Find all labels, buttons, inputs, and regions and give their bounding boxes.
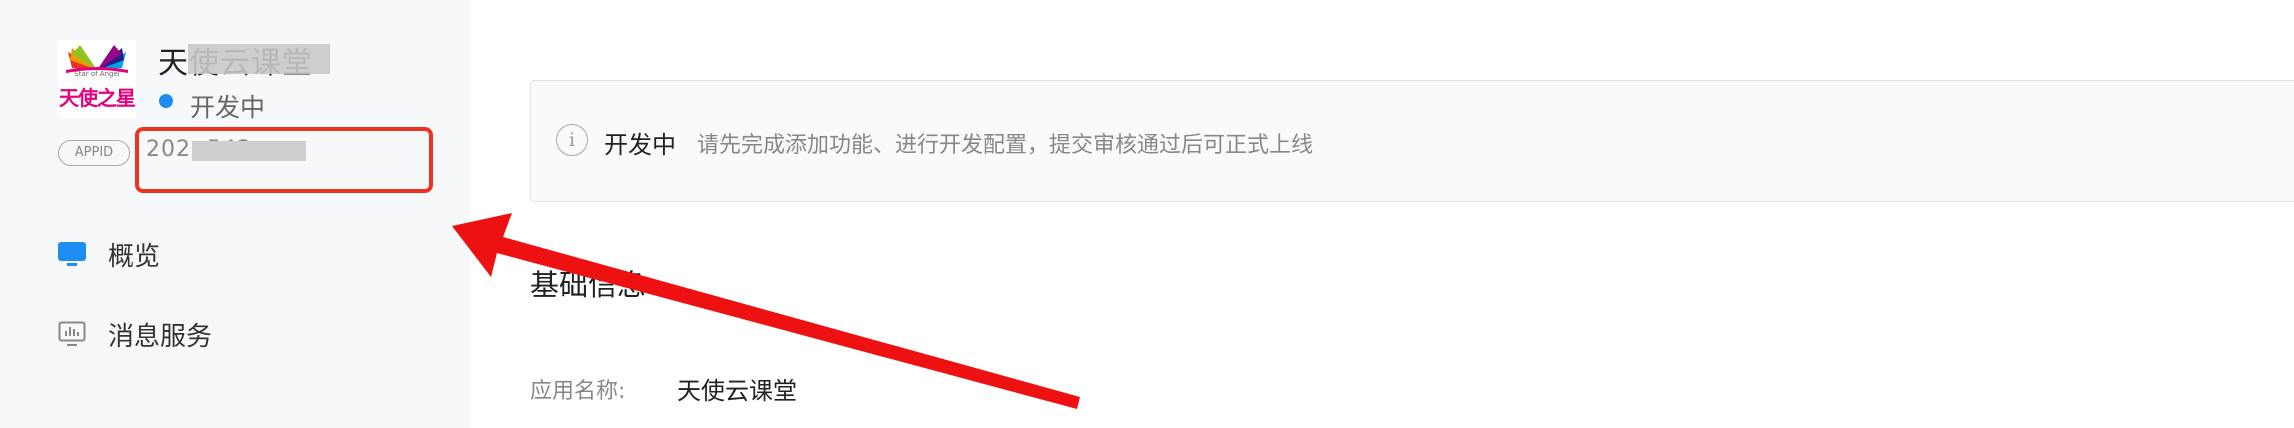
appid-highlight-box <box>135 127 433 193</box>
sidebar-item-label: 概览 <box>108 241 161 272</box>
notice-title: 开发中 <box>604 131 676 159</box>
logo-text: 天使之星 <box>59 86 136 110</box>
redaction-block <box>188 44 330 74</box>
notice-description: 请先完成添加功能、进行开发配置，提交审核通过后可正式上线 <box>697 133 1314 158</box>
logo-subtext: Star of Angel <box>74 70 120 78</box>
info-icon: i <box>556 124 588 156</box>
status-notice: i 开发中 请先完成添加功能、进行开发配置，提交审核通过后可正式上线 <box>530 80 2294 202</box>
sidebar-item-message-service[interactable]: 消息服务 <box>58 314 212 354</box>
appid-badge: APPID <box>58 140 130 166</box>
field-value: 天使云课堂 <box>677 377 797 405</box>
field-label: 应用名称: <box>530 379 626 404</box>
app-root: Star of Angel 天使之星 天使云课堂 开发中 APPID 202 .… <box>0 0 2294 428</box>
monitor-icon <box>58 242 86 266</box>
section-title: 基础信息 <box>530 268 647 302</box>
chart-board-icon <box>58 321 86 346</box>
sidebar-item-overview[interactable]: 概览 <box>58 234 160 274</box>
sidebar-item-label: 消息服务 <box>108 321 213 352</box>
app-status: 开发中 <box>190 93 266 122</box>
status-dot-icon <box>159 94 173 108</box>
sidebar: Star of Angel 天使之星 天使云课堂 开发中 APPID 202 .… <box>0 0 470 428</box>
app-logo: Star of Angel 天使之星 <box>58 40 136 118</box>
